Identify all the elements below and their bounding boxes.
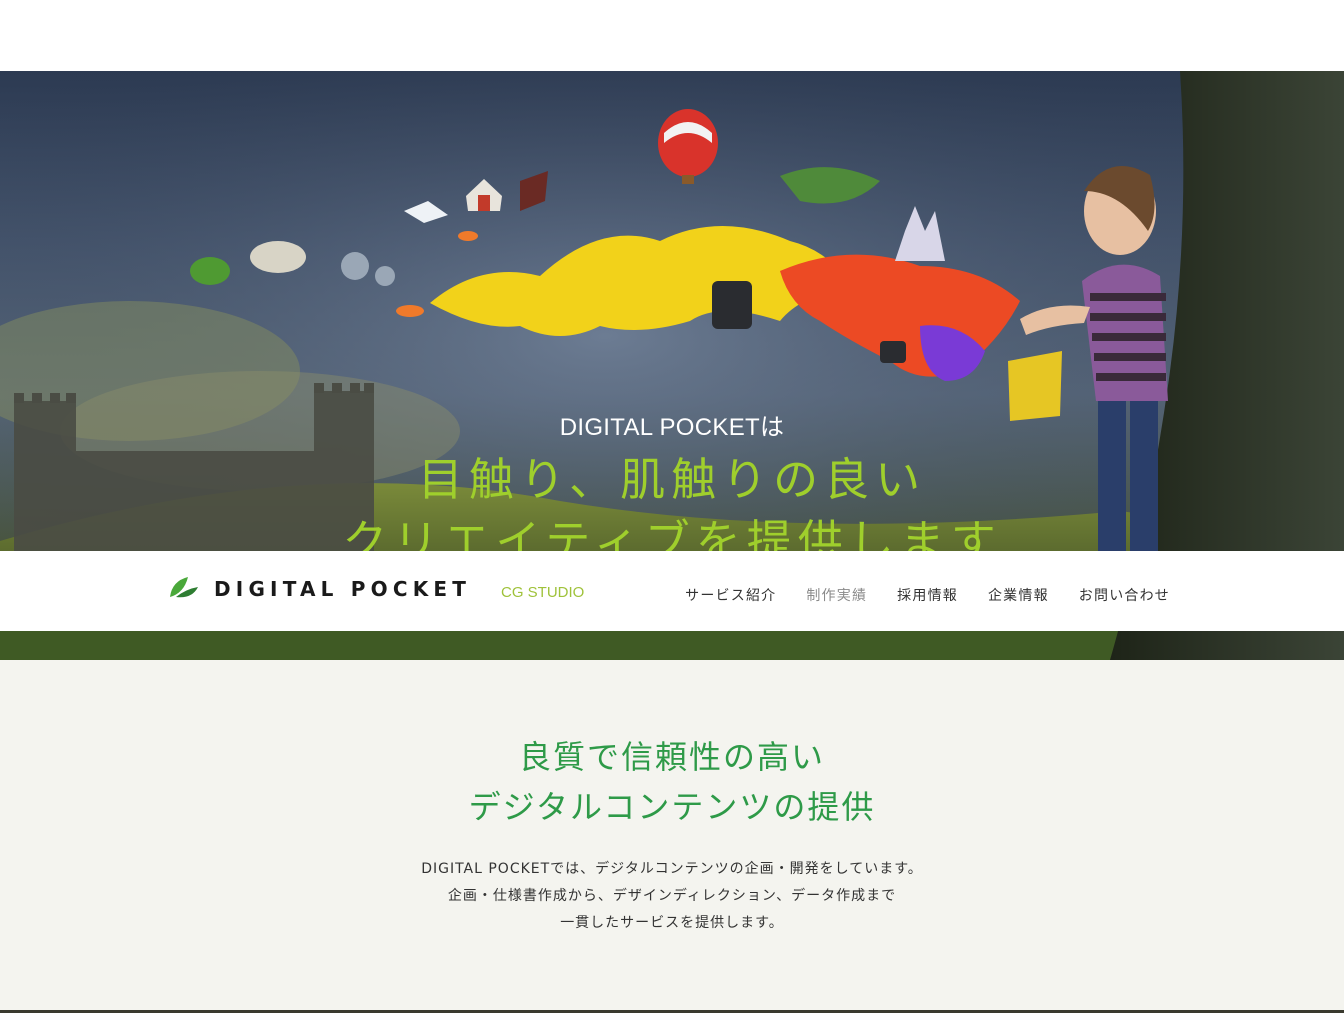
hero-intro-text: DIGITAL POCKETは (559, 414, 785, 441)
section-body: DIGITAL POCKETでは、デジタルコンテンツの企画・開発をしています。 … (0, 856, 1344, 937)
intro-section: 良質で信頼性の高い デジタルコンテンツの提供 DIGITAL POCKETでは、… (0, 660, 1344, 1013)
site-logo[interactable]: DIGITAL POCKET (168, 575, 471, 603)
logo-text: DIGITAL POCKET (214, 577, 472, 601)
hero-headline-line1: 目触り、肌触りの良い (417, 453, 927, 506)
nav-item-recruit[interactable]: 採用情報 (897, 585, 958, 605)
nav-item-works[interactable]: 制作実績 (806, 585, 867, 605)
main-nav: サービス紹介 制作実績 採用情報 企業情報 お問い合わせ (655, 585, 1170, 605)
nav-item-company[interactable]: 企業情報 (988, 585, 1049, 605)
section-title-line1: 良質で信頼性の高い (518, 738, 825, 776)
section-title-line2: デジタルコンテンツの提供 (468, 788, 876, 826)
section-body-line1: DIGITAL POCKETでは、デジタルコンテンツの企画・開発をしています。 (421, 861, 923, 877)
nav-item-services[interactable]: サービス紹介 (685, 585, 776, 605)
logo-tagline: CG STUDIO (501, 584, 585, 601)
section-body-line2: 企画・仕様書作成から、デザインディレクション、データ作成まで (447, 888, 897, 904)
nav-item-contact[interactable]: お問い合わせ (1079, 585, 1170, 605)
section-body-line3: 一貫したサービスを提供します。 (560, 915, 784, 931)
section-title: 良質で信頼性の高い デジタルコンテンツの提供 (0, 732, 1344, 832)
leaf-logo-icon (168, 575, 200, 603)
site-header: DIGITAL POCKET CG STUDIO サービス紹介 制作実績 採用情… (0, 551, 1344, 631)
page: DIGITAL POCKETは 目触り、肌触りの良い クリエイティブを提供します… (0, 0, 1344, 1013)
